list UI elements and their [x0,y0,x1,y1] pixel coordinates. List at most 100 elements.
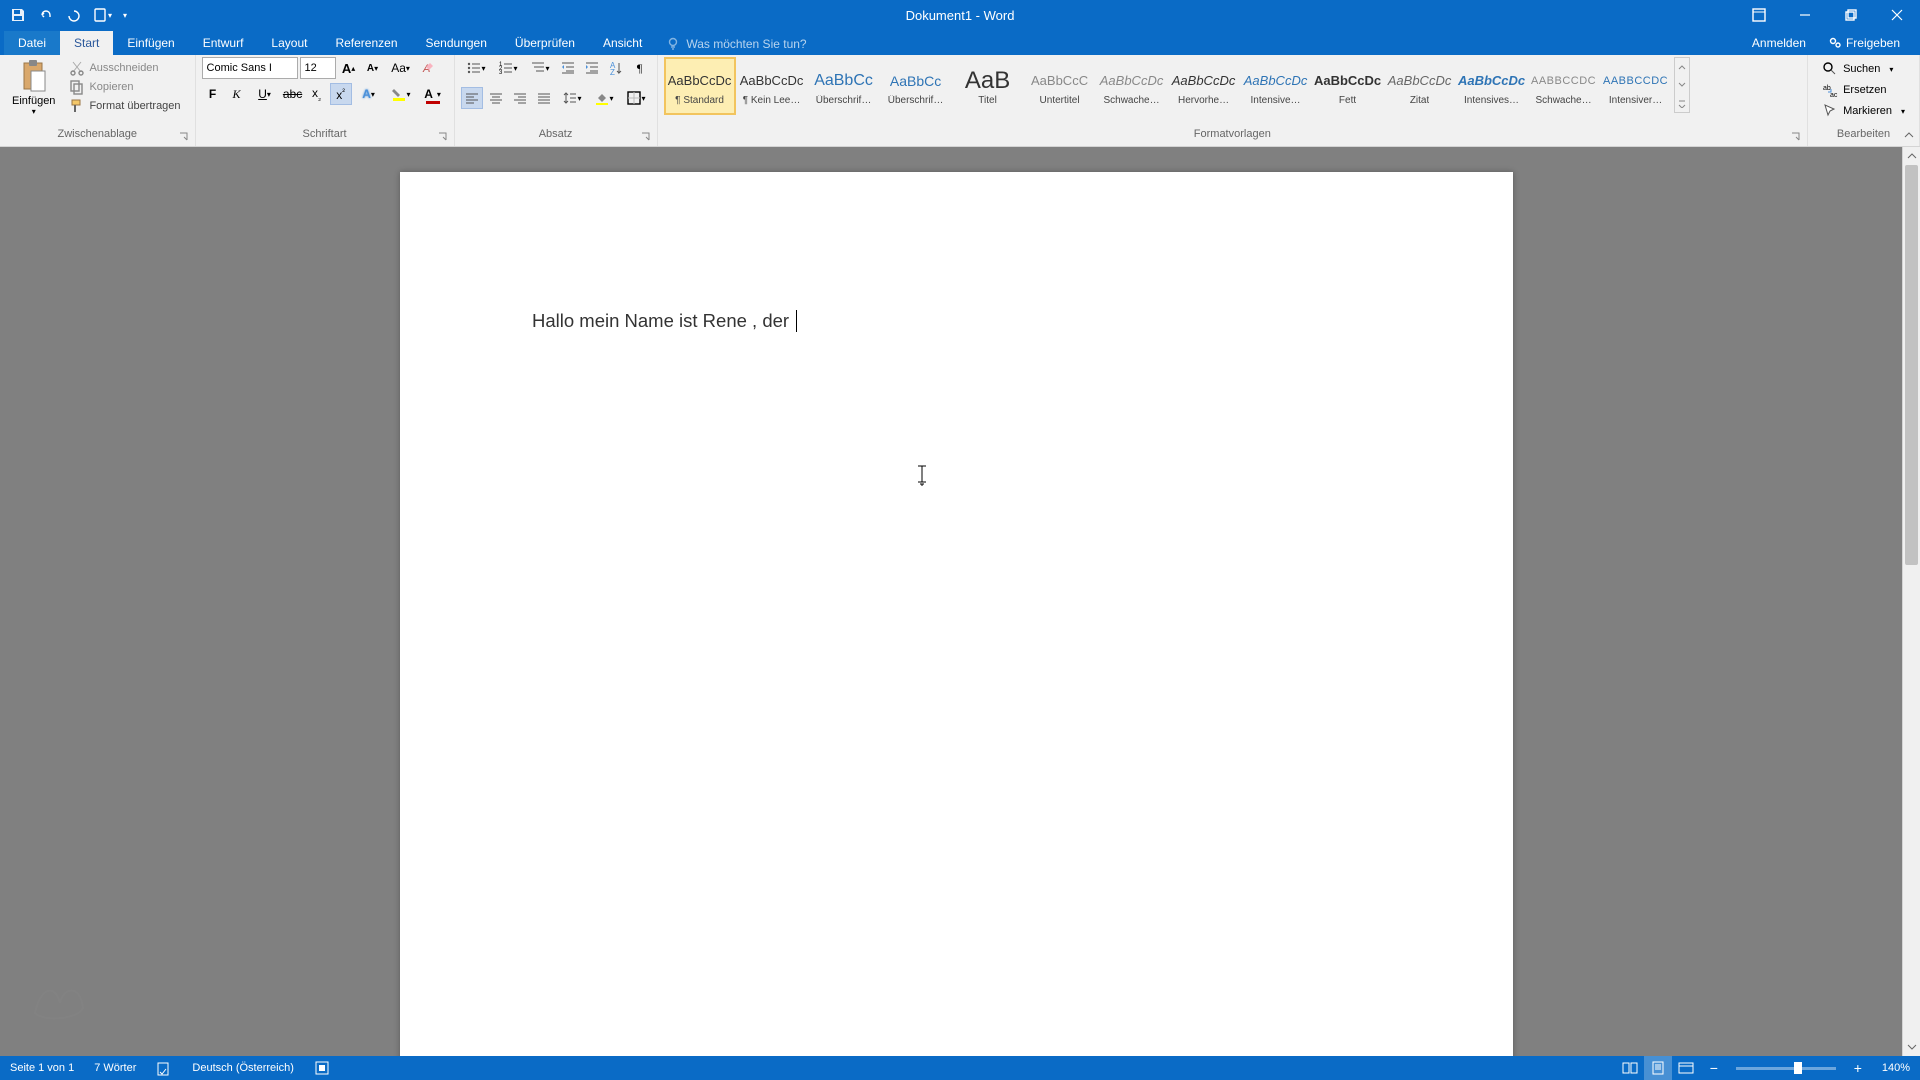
paragraph-launcher[interactable] [639,130,653,144]
zoom-slider[interactable] [1736,1067,1836,1070]
replace-button[interactable]: abacErsetzen [1816,80,1892,100]
bullets-button[interactable]: ▾ [461,57,491,79]
tab-start[interactable]: Start [60,31,113,55]
web-layout-button[interactable] [1672,1056,1700,1080]
style-item-1[interactable]: AaBbCcDc¶ Kein Lee… [736,57,808,115]
print-layout-button[interactable] [1644,1056,1672,1080]
italic-button[interactable]: K [226,83,248,105]
shrink-font-button[interactable]: A▾ [362,57,384,79]
numbering-button[interactable]: 123▾ [493,57,523,79]
font-size-combo[interactable] [300,57,336,79]
tab-layout[interactable]: Layout [257,31,321,55]
styles-more[interactable] [1675,94,1689,112]
multilevel-button[interactable]: ▾ [525,57,555,79]
macro-status[interactable] [304,1056,340,1080]
word-count-status[interactable]: 7 Wörter [84,1056,146,1080]
styles-row-down[interactable] [1675,76,1689,94]
styles-row-up[interactable] [1675,58,1689,76]
style-item-2[interactable]: AaBbCcÜberschrif… [808,57,880,115]
tab-file[interactable]: Datei [4,31,60,55]
maximize-button[interactable] [1828,0,1874,30]
style-item-8[interactable]: AaBbCcDcIntensive… [1240,57,1312,115]
scroll-down-button[interactable] [1903,1038,1920,1056]
cut-button[interactable]: Ausschneiden [65,59,184,77]
style-item-7[interactable]: AaBbCcDcHervorhe… [1168,57,1240,115]
style-item-13[interactable]: AABBCCDCIntensiver… [1600,57,1672,115]
style-item-5[interactable]: AaBbCcCUntertitel [1024,57,1096,115]
align-left-button[interactable] [461,87,483,109]
document-text[interactable]: Hallo mein Name ist Rene , der [532,310,797,333]
spelling-error[interactable]: Rene , [703,310,758,331]
subscript-button[interactable]: x₂ [306,83,328,105]
change-case-button[interactable]: Aa▾ [386,57,416,79]
sort-button[interactable]: AZ [605,57,627,79]
zoom-out-button[interactable]: − [1700,1056,1728,1080]
style-item-11[interactable]: AaBbCcDcIntensives… [1456,57,1528,115]
borders-button[interactable]: ▾ [621,87,651,109]
justify-button[interactable] [533,87,555,109]
style-item-12[interactable]: AABBCCDCSchwache… [1528,57,1600,115]
redo-button[interactable] [62,3,86,27]
zoom-in-button[interactable]: + [1844,1056,1872,1080]
share-button[interactable]: Freigeben [1818,31,1910,55]
clipboard-launcher[interactable] [177,130,191,144]
proofing-status[interactable] [146,1056,182,1080]
styles-launcher[interactable] [1789,130,1803,144]
minimize-button[interactable] [1782,0,1828,30]
select-button[interactable]: Markieren▾ [1816,101,1911,121]
style-item-4[interactable]: AaBTitel [952,57,1024,115]
zoom-level[interactable]: 140% [1872,1062,1920,1074]
signin-link[interactable]: Anmelden [1742,31,1816,55]
scroll-thumb[interactable] [1905,165,1918,565]
style-item-3[interactable]: AaBbCcÜberschrif… [880,57,952,115]
scroll-up-button[interactable] [1903,147,1920,165]
qat-customize-button[interactable]: ▾ [118,3,132,27]
grow-font-button[interactable]: A▴ [338,57,360,79]
read-mode-button[interactable] [1616,1056,1644,1080]
clear-formatting-button[interactable]: A [418,57,440,79]
underline-button[interactable]: U▾ [250,83,280,105]
style-item-6[interactable]: AaBbCcDcSchwache… [1096,57,1168,115]
align-center-button[interactable] [485,87,507,109]
style-item-0[interactable]: AaBbCcDc¶ Standard [664,57,736,115]
font-name-combo[interactable] [202,57,298,79]
format-painter-button[interactable]: Format übertragen [65,97,184,115]
align-right-button[interactable] [509,87,531,109]
page-number-status[interactable]: Seite 1 von 1 [0,1056,84,1080]
style-item-10[interactable]: AaBbCcDcZitat [1384,57,1456,115]
tab-review[interactable]: Überprüfen [501,31,589,55]
vertical-scrollbar[interactable] [1902,147,1920,1056]
language-status[interactable]: Deutsch (Österreich) [182,1056,303,1080]
line-spacing-button[interactable]: ▾ [557,87,587,109]
strikethrough-button[interactable]: abc [282,83,304,105]
shading-button[interactable]: ▾ [589,87,619,109]
paste-button[interactable]: Einfügen ▾ [6,57,61,118]
tab-view[interactable]: Ansicht [589,31,656,55]
font-color-button[interactable]: A▾ [418,83,448,105]
ribbon-options-button[interactable] [1736,0,1782,30]
increase-indent-button[interactable] [581,57,603,79]
undo-button[interactable] [34,3,58,27]
bold-button[interactable]: F [202,83,224,105]
style-item-9[interactable]: AaBbCcDcFett [1312,57,1384,115]
tell-me-search[interactable]: Was möchten Sie tun? [656,33,816,55]
text-effects-button[interactable]: A▾ [354,83,384,105]
page[interactable]: Hallo mein Name ist Rene , der [400,172,1513,1056]
close-button[interactable] [1874,0,1920,30]
tab-references[interactable]: Referenzen [321,31,411,55]
copy-button[interactable]: Kopieren [65,78,184,96]
zoom-slider-thumb[interactable] [1794,1062,1802,1074]
show-marks-button[interactable]: ¶ [629,57,651,79]
collapse-ribbon-button[interactable] [1902,128,1918,144]
tab-design[interactable]: Entwurf [189,31,258,55]
find-button[interactable]: Suchen▾ [1816,59,1899,79]
document-area[interactable]: Hallo mein Name ist Rene , der [0,147,1902,1056]
save-button[interactable] [6,3,30,27]
tab-mailings[interactable]: Sendungen [412,31,501,55]
superscript-button[interactable]: x² [330,83,352,105]
font-launcher[interactable] [436,130,450,144]
touch-mode-button[interactable]: ▾ [90,3,114,27]
tab-insert[interactable]: Einfügen [113,31,188,55]
highlight-button[interactable]: ▾ [386,83,416,105]
decrease-indent-button[interactable] [557,57,579,79]
